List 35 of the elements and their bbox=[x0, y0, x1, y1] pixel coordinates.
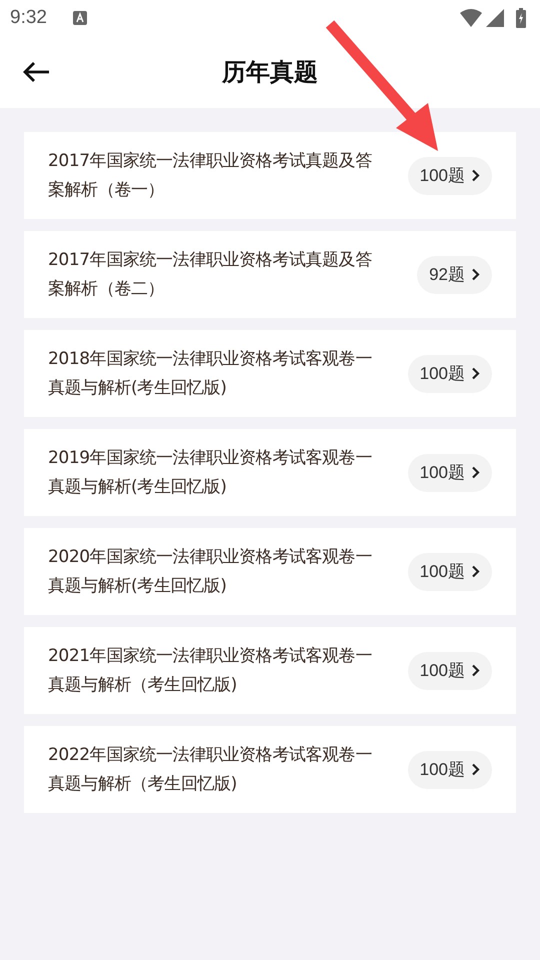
status-time: 9:32 bbox=[10, 7, 47, 29]
paper-title: 2019年国家统一法律职业资格考试客观卷一真题与解析(考生回忆版) bbox=[48, 446, 373, 498]
paper-card[interactable]: 2018年国家统一法律职业资格考试客观卷一真题与解析(考生回忆版) 100题 bbox=[24, 330, 516, 417]
paper-card[interactable]: 2017年国家统一法律职业资格考试真题及答案解析（卷一） 100题 bbox=[24, 132, 516, 219]
paper-title: 2022年国家统一法律职业资格考试客观卷一真题与解析（考生回忆版) bbox=[48, 744, 373, 796]
keyboard-icon bbox=[72, 11, 87, 25]
signal-icon bbox=[486, 9, 504, 27]
paper-title: 2020年国家统一法律职业资格考试客观卷一真题与解析(考生回忆版) bbox=[48, 546, 373, 598]
back-arrow-icon bbox=[22, 61, 50, 83]
chevron-right-icon bbox=[471, 565, 480, 578]
chevron-right-icon bbox=[471, 367, 480, 380]
question-count-button[interactable]: 100题 bbox=[408, 552, 492, 590]
chevron-right-icon bbox=[471, 268, 480, 281]
paper-card[interactable]: 2019年国家统一法律职业资格考试客观卷一真题与解析(考生回忆版) 100题 bbox=[24, 429, 516, 516]
chevron-right-icon bbox=[471, 466, 480, 479]
paper-title: 2017年国家统一法律职业资格考试真题及答案解析（卷一） bbox=[48, 150, 373, 202]
paper-card[interactable]: 2017年国家统一法律职业资格考试真题及答案解析（卷二） 92题 bbox=[24, 231, 516, 318]
chevron-right-icon bbox=[471, 763, 480, 776]
question-count-button[interactable]: 100题 bbox=[408, 354, 492, 392]
page-title: 历年真题 bbox=[222, 57, 318, 88]
question-count-button[interactable]: 100题 bbox=[408, 750, 492, 788]
paper-title: 2017年国家统一法律职业资格考试真题及答案解析（卷二） bbox=[48, 248, 373, 300]
paper-card[interactable]: 2021年国家统一法律职业资格考试客观卷一真题与解析（考生回忆版) 100题 bbox=[24, 627, 516, 714]
battery-icon bbox=[516, 8, 526, 28]
paper-card[interactable]: 2020年国家统一法律职业资格考试客观卷一真题与解析(考生回忆版) 100题 bbox=[24, 528, 516, 615]
paper-title: 2018年国家统一法律职业资格考试客观卷一真题与解析(考生回忆版) bbox=[48, 348, 373, 400]
question-count-button[interactable]: 100题 bbox=[408, 652, 492, 690]
question-count-button[interactable]: 100题 bbox=[408, 454, 492, 492]
paper-card[interactable]: 2022年国家统一法律职业资格考试客观卷一真题与解析（考生回忆版) 100题 bbox=[24, 726, 516, 813]
wifi-icon bbox=[460, 9, 482, 27]
chevron-right-icon bbox=[471, 664, 480, 677]
question-count-button[interactable]: 100题 bbox=[408, 156, 492, 194]
paper-title: 2021年国家统一法律职业资格考试客观卷一真题与解析（考生回忆版) bbox=[48, 644, 373, 696]
chevron-right-icon bbox=[471, 169, 480, 182]
question-count-button[interactable]: 92题 bbox=[417, 256, 492, 294]
